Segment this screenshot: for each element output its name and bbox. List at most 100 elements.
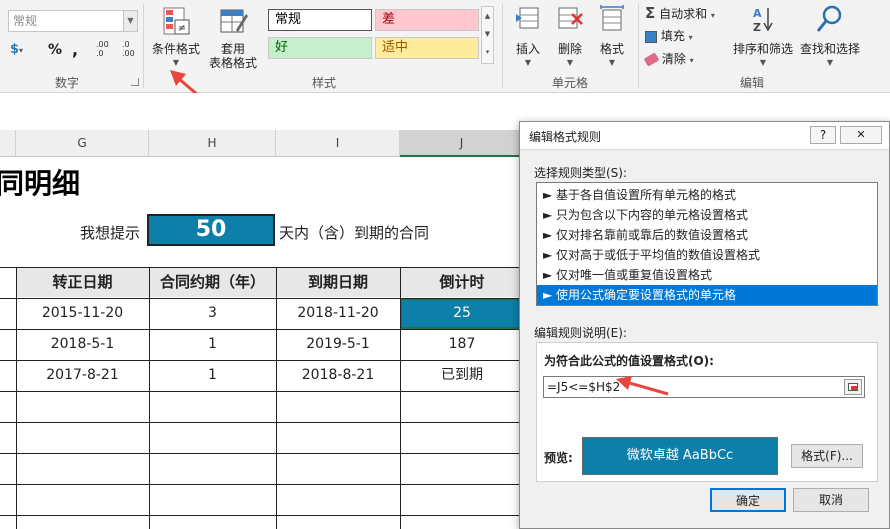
insert-cells-icon [516, 7, 539, 29]
grid-line [400, 267, 401, 529]
prompt-days-cell[interactable]: 50 [147, 214, 275, 246]
find-select-label: 查找和选择 [799, 42, 860, 56]
chevron-down-icon: ▼ [608, 58, 616, 67]
table-cell[interactable]: 已到期 [400, 360, 524, 390]
column-header-j[interactable]: J [400, 130, 524, 157]
conditional-format-button[interactable]: ≠ 条件格式 ▼ [148, 4, 204, 68]
dialog-title: 编辑格式规则 [529, 130, 602, 144]
decrease-decimal-icon: .0 .00 [122, 40, 135, 58]
style-bad[interactable]: 差 [375, 9, 479, 31]
editing-group-label: 编辑 [740, 76, 765, 90]
cells-group-label: 单元格 [552, 76, 589, 90]
fill-label: 填充 [660, 29, 685, 43]
style-gallery-scroll[interactable]: ▲ ▼ ▾ [481, 6, 494, 64]
search-icon [816, 5, 842, 32]
eraser-icon [643, 52, 660, 67]
chevron-down-icon: ▼ [524, 58, 532, 67]
grid-line [0, 515, 524, 516]
rule-type-item[interactable]: ► 基于各自值设置所有单元格的格式 [537, 185, 877, 205]
table-cell[interactable]: 2018-8-21 [276, 360, 400, 390]
grid-line [276, 267, 277, 529]
table-cell[interactable]: 3 [149, 298, 276, 328]
prompt-suffix: 天内（含）到期的合同 [279, 224, 430, 242]
sort-filter-label: 排序和筛选 [732, 42, 793, 56]
currency-icon: $ [10, 42, 20, 57]
edit-format-rule-dialog[interactable]: 编辑格式规则 ? ✕ 选择规则类型(S): ► 基于各自值设置所有单元格的格式 … [519, 121, 890, 529]
increase-decimal-button[interactable]: .00 .0 [96, 40, 118, 58]
column-header-i[interactable]: I [276, 130, 400, 157]
table-cell[interactable]: 1 [149, 360, 276, 390]
format-preview: 微软卓越 AaBbCc [582, 437, 778, 475]
style-normal[interactable]: 常规 [268, 9, 372, 31]
help-button[interactable]: ? [810, 126, 836, 144]
close-button[interactable]: ✕ [840, 126, 882, 144]
rule-type-item[interactable]: ► 仅对排名靠前或靠后的数值设置格式 [537, 225, 877, 245]
ok-button[interactable]: 确定 [710, 488, 786, 512]
grid-line [0, 391, 524, 392]
number-format-dropdown[interactable]: 常规 ▼ [8, 10, 138, 32]
fill-down-icon [645, 30, 657, 43]
conditional-format-label: 条件格式 [151, 42, 200, 56]
grid-line [149, 267, 150, 529]
decrease-decimal-button[interactable]: .0 .00 [122, 40, 144, 58]
chevron-down-icon: ▼ [123, 11, 137, 31]
insert-cells-label: 插入 [515, 42, 540, 56]
table-cell[interactable]: 2017-8-21 [16, 360, 149, 390]
style-good[interactable]: 好 [268, 37, 372, 59]
table-cell[interactable]: 187 [400, 329, 524, 359]
table-cell[interactable]: 1 [149, 329, 276, 359]
annotation-arrow [616, 376, 669, 396]
dialog-titlebar[interactable]: 编辑格式规则 ? ✕ [520, 122, 889, 150]
table-cell[interactable]: 2018-11-20 [276, 298, 400, 328]
table-header-cell: 到期日期 [276, 267, 400, 297]
dialog-launcher-icon[interactable] [131, 78, 139, 86]
chevron-down-icon: ▼ [826, 58, 834, 67]
autosum-label: 自动求和 [659, 7, 708, 21]
fill-button[interactable]: 填充 ▾ [645, 27, 725, 45]
clear-button[interactable]: 清除 ▾ [643, 50, 725, 68]
edit-rule-description-label: 编辑规则说明(E): [534, 326, 627, 340]
table-cell[interactable]: 2018-5-1 [16, 329, 149, 359]
sort-az-icon: A Z [753, 7, 773, 34]
conditional-format-icon: ≠ [163, 7, 190, 35]
percent-button[interactable]: % [48, 42, 62, 58]
style-neutral[interactable]: 适中 [375, 37, 479, 59]
rule-type-list[interactable]: ► 基于各自值设置所有单元格的格式 ► 只为包含以下内容的单元格设置格式 ► 仅… [536, 182, 878, 306]
formula-input[interactable]: =J5<=$H$2 [543, 376, 865, 398]
currency-button[interactable]: $▾ [10, 42, 44, 60]
grid-line [0, 329, 524, 330]
cancel-button[interactable]: 取消 [793, 488, 869, 512]
number-format-value: 常规 [13, 14, 38, 28]
autosum-button[interactable]: Σ 自动求和 ▾ [645, 4, 725, 22]
grid-line [0, 484, 524, 485]
column-header-h[interactable]: H [149, 130, 276, 157]
table-header-cell: 转正日期 [16, 267, 149, 297]
table-cell[interactable]: 2019-5-1 [276, 329, 400, 359]
grid-line [0, 453, 524, 454]
table-header-cell: 倒计时 [400, 267, 524, 297]
rule-type-item[interactable]: ► 仅对唯一值或重复值设置格式 [537, 265, 877, 285]
format-button[interactable]: 格式(F)... [791, 444, 863, 468]
grid-line [0, 360, 524, 361]
sort-filter-button[interactable]: A Z 排序和筛选 ▼ [730, 4, 796, 67]
delete-cells-label: 删除 [557, 42, 582, 56]
column-header-g[interactable]: G [16, 130, 149, 157]
grid-line [0, 298, 524, 299]
insert-cells-button[interactable]: 插入 ▼ [508, 4, 548, 67]
format-cells-button[interactable]: 格式 ▼ [592, 4, 632, 67]
rule-type-item[interactable]: ► 仅对高于或低于平均值的数值设置格式 [537, 245, 877, 265]
grid-line [0, 267, 524, 268]
delete-cells-button[interactable]: 删除 ▼ [550, 4, 590, 67]
rule-type-item-selected[interactable]: ► 使用公式确定要设置格式的单元格 [537, 285, 877, 305]
rule-type-item[interactable]: ► 只为包含以下内容的单元格设置格式 [537, 205, 877, 225]
range-selector-button[interactable] [844, 379, 862, 395]
chevron-down-icon: ▼ [566, 58, 574, 67]
comma-button[interactable]: , [72, 40, 78, 59]
format-cells-label: 格式 [599, 42, 624, 56]
table-cell[interactable]: 2015-11-20 [16, 298, 149, 328]
table-cell-highlighted[interactable]: 25 [400, 298, 524, 329]
column-header-edge [0, 130, 16, 157]
find-select-button[interactable]: 查找和选择 ▼ [797, 4, 863, 67]
chevron-down-icon: ▼ [759, 58, 767, 67]
preview-label: 预览: [544, 451, 573, 465]
